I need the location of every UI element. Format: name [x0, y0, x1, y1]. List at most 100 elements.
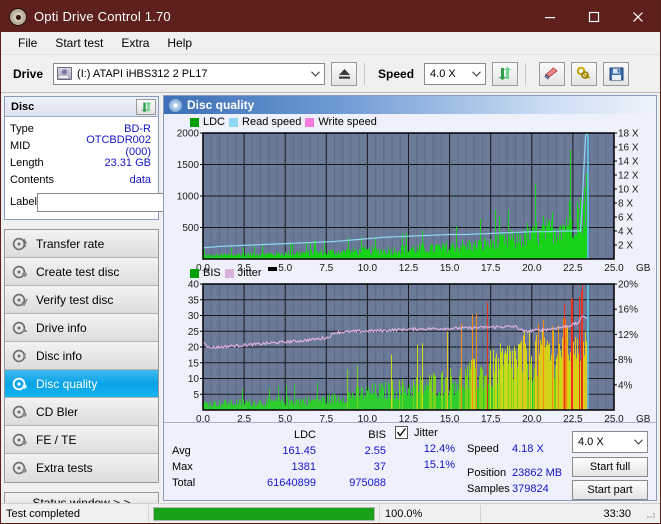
- disc-icon: [12, 237, 28, 251]
- sidebar-item-create-test-disc[interactable]: Create test disc: [5, 258, 158, 286]
- svg-text:1000: 1000: [177, 192, 200, 203]
- minimize-icon[interactable]: [528, 1, 572, 32]
- window-title: Opti Drive Control 1.70: [34, 9, 171, 24]
- svg-text:6 X: 6 X: [618, 213, 633, 224]
- disc-mid-label: MID: [10, 139, 31, 152]
- svg-text:4%: 4%: [618, 380, 633, 391]
- close-icon[interactable]: [616, 1, 660, 32]
- disc-icon: [169, 98, 182, 112]
- results-row-max-label: Max: [172, 461, 193, 473]
- menu-start-test[interactable]: Start test: [46, 33, 112, 53]
- menu-file[interactable]: File: [9, 33, 46, 53]
- eject-button[interactable]: [331, 61, 358, 86]
- resize-grip[interactable]: [645, 508, 657, 520]
- toolbar-divider: [364, 62, 366, 85]
- app-window: Opti Drive Control 1.70 File Start test …: [0, 0, 661, 524]
- drive-label: Drive: [13, 66, 44, 81]
- table-row: Total 61640899 975088: [172, 475, 386, 491]
- disc-refresh-button[interactable]: [136, 99, 156, 115]
- menu-extra[interactable]: Extra: [112, 33, 158, 53]
- disc-mid-value: OTCBDR002 (000): [86, 133, 151, 158]
- sidebar-label: FE / TE: [36, 432, 77, 447]
- chevron-down-icon: [630, 432, 647, 452]
- keys-button[interactable]: [571, 61, 598, 86]
- results-total-bis: 975088: [349, 477, 386, 489]
- disc-row-contents: Contents data: [10, 171, 153, 188]
- svg-text:8%: 8%: [618, 355, 633, 366]
- svg-text:5: 5: [193, 390, 199, 401]
- sidebar-label: Transfer rate: [36, 236, 105, 251]
- svg-text:14 X: 14 X: [618, 157, 639, 168]
- svg-text:16%: 16%: [618, 305, 638, 316]
- progress-fill: [154, 507, 374, 520]
- status-divider: [148, 504, 149, 523]
- legend-label-jitter: Jitter: [237, 267, 262, 279]
- svg-text:10.0: 10.0: [358, 263, 378, 274]
- svg-text:500: 500: [182, 223, 199, 234]
- legend-swatch-read-speed: [229, 117, 239, 127]
- sidebar-item-drive-info[interactable]: Drive info: [5, 314, 158, 342]
- speed-select[interactable]: 4.0 X: [424, 62, 487, 85]
- result-speed-select-value: 4.0 X: [578, 436, 604, 448]
- svg-text:5.0: 5.0: [278, 263, 292, 274]
- sidebar-label: CD Bler: [36, 404, 79, 419]
- svg-text:40: 40: [188, 280, 200, 291]
- progress-bar: [153, 506, 375, 521]
- sidebar-item-disc-quality[interactable]: Disc quality: [5, 370, 158, 398]
- svg-text:17.5: 17.5: [481, 263, 501, 274]
- toolbar: Drive (I:) ATAPI iHBS312 2 PL17 Speed 4.…: [1, 55, 660, 93]
- panel-title: Disc quality: [187, 98, 255, 112]
- speed-result-value: 4.18 X: [512, 443, 544, 455]
- disc-icon: [12, 349, 28, 363]
- test-nav-list: Transfer rate Create test disc Verify te…: [4, 229, 159, 483]
- speed-result-label: Speed: [467, 443, 499, 455]
- disc-info-header: Disc: [5, 97, 158, 117]
- app-disc-icon: [9, 7, 27, 26]
- results-avg-jitter: 12.4%: [423, 443, 455, 455]
- sidebar-item-fe-te[interactable]: FE / TE: [5, 426, 158, 454]
- drive-select[interactable]: (I:) ATAPI iHBS312 2 PL17: [53, 62, 326, 85]
- disc-icon: [12, 265, 28, 279]
- svg-text:GB: GB: [636, 263, 651, 274]
- table-row: Avg 161.45 2.55: [172, 443, 386, 459]
- sidebar-item-disc-info[interactable]: Disc info: [5, 342, 158, 370]
- sidebar-label: Drive info: [36, 320, 87, 335]
- menu-help[interactable]: Help: [158, 33, 201, 53]
- svg-text:12%: 12%: [618, 330, 638, 341]
- menu-bar: File Start test Extra Help: [1, 32, 660, 55]
- svg-text:8 X: 8 X: [618, 199, 633, 210]
- table-row: Max 1381 37: [172, 459, 386, 475]
- eraser-button[interactable]: [539, 61, 566, 86]
- panel-header: Disc quality: [164, 96, 656, 114]
- result-speed-select[interactable]: 4.0 X: [572, 431, 648, 453]
- results-col-bis: BIS: [368, 429, 386, 441]
- legend-label-read-speed: Read speed: [242, 116, 302, 128]
- disc-row-length: Length 23.31 GB: [10, 154, 153, 171]
- svg-text:25: 25: [188, 327, 200, 338]
- sidebar-item-extra-tests[interactable]: Extra tests: [5, 454, 158, 482]
- toolbar-divider-2: [525, 62, 527, 85]
- sidebar-item-verify-test-disc[interactable]: Verify test disc: [5, 286, 158, 314]
- status-bar: Test completed 100.0% 33:30: [1, 503, 660, 523]
- start-part-button[interactable]: Start part: [572, 480, 648, 500]
- svg-text:7.5: 7.5: [319, 263, 333, 274]
- save-button[interactable]: [603, 61, 630, 86]
- svg-text:4 X: 4 X: [618, 227, 633, 238]
- results-avg-ldc: 161.45: [282, 445, 316, 457]
- svg-text:1500: 1500: [177, 160, 200, 171]
- drive-icon: [57, 67, 73, 80]
- svg-text:15.0: 15.0: [440, 263, 460, 274]
- jitter-header: Jitter: [395, 426, 438, 439]
- results-header-row: LDC BIS: [172, 427, 386, 443]
- results-row-total-label: Total: [172, 477, 196, 489]
- disc-icon: [12, 321, 28, 335]
- maximize-icon[interactable]: [572, 1, 616, 32]
- disc-type-label: Type: [10, 122, 34, 135]
- position-value: 23862 MB: [512, 467, 563, 479]
- start-full-button[interactable]: Start full: [572, 457, 648, 477]
- sidebar-item-transfer-rate[interactable]: Transfer rate: [5, 230, 158, 258]
- sidebar-item-cd-bler[interactable]: CD Bler: [5, 398, 158, 426]
- refresh-button[interactable]: [492, 61, 519, 86]
- jitter-checkbox[interactable]: [395, 426, 408, 439]
- progress-percent: 100.0%: [385, 507, 423, 520]
